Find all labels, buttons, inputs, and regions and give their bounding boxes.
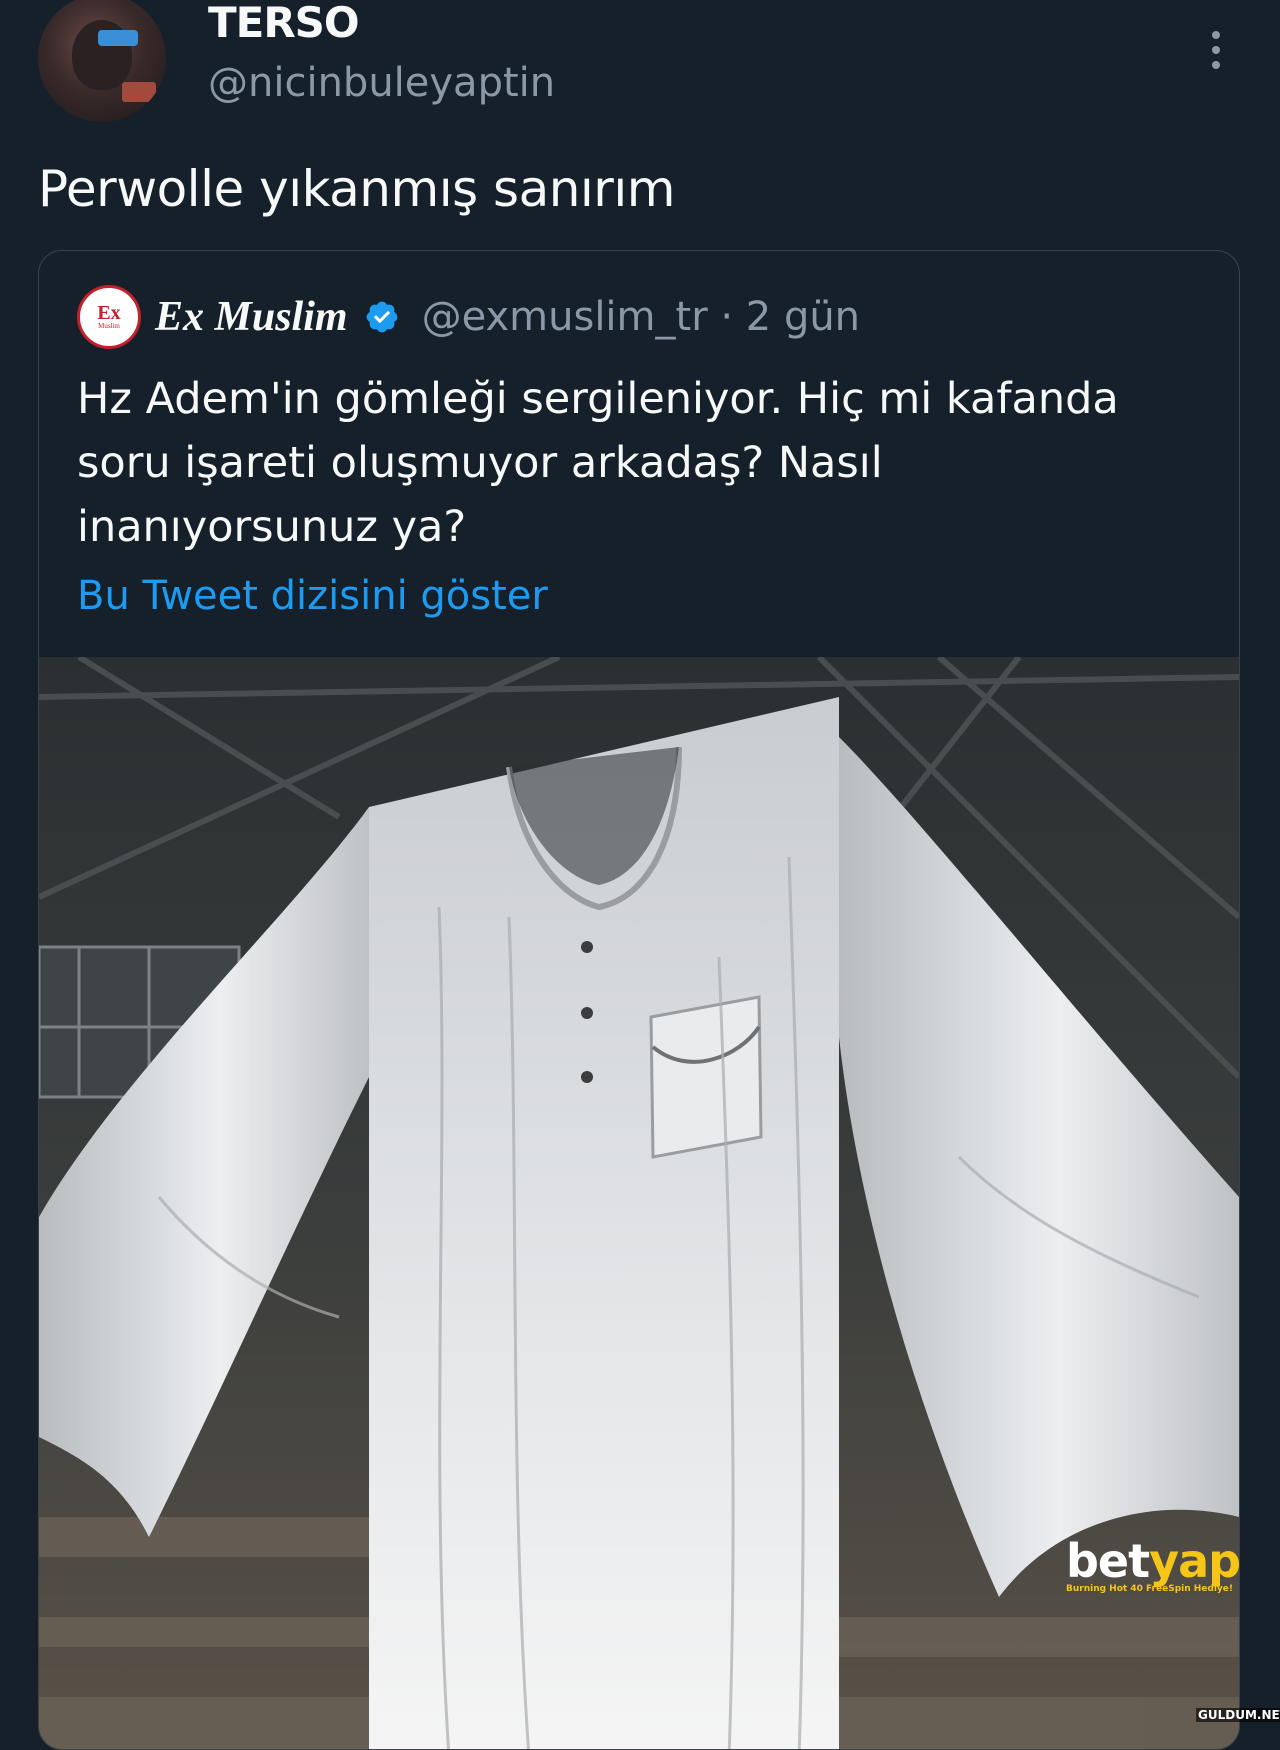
watermark-brand-b: yap <box>1149 1534 1241 1588</box>
author-handle[interactable]: @nicinbuleyaptin <box>208 60 555 106</box>
more-vertical-icon <box>1212 31 1220 39</box>
watermark-brand: betyap <box>1066 1538 1241 1584</box>
watermark-brand-a: bet <box>1066 1534 1150 1588</box>
tweet-text: Perwolle yıkanmış sanırım <box>38 160 675 218</box>
more-options-button[interactable] <box>1194 20 1238 80</box>
avatar-badge <box>98 30 138 46</box>
quoted-text-line: Hz Adem'in gömleği sergileniyor. Hiç mi … <box>77 374 1119 424</box>
author-avatar[interactable] <box>38 0 166 122</box>
quoted-text-line: inanıyorsunuz ya? <box>77 502 467 552</box>
quoted-avatar-text: Ex <box>97 302 121 324</box>
quoted-author-avatar[interactable]: Ex Muslim <box>77 285 141 349</box>
more-vertical-icon-dot <box>1212 46 1220 54</box>
more-vertical-icon-dot <box>1212 61 1220 69</box>
avatar-cake <box>122 82 156 102</box>
site-watermark: GULDUM.NET <box>1196 1708 1280 1722</box>
tweet-header: TERSO @nicinbuleyaptin <box>0 0 1280 140</box>
show-thread-link[interactable]: Bu Tweet dizisini göster <box>77 573 548 619</box>
quoted-author-name[interactable]: Ex Muslim <box>155 293 348 341</box>
quoted-tweet-text: Hz Adem'in gömleği sergileniyor. Hiç mi … <box>77 367 1197 559</box>
quoted-tweet-card[interactable]: Ex Muslim Ex Muslim @exmuslim_tr · 2 gün… <box>38 250 1240 1750</box>
quoted-text-line: soru işareti oluşmuyor arkadaş? Nasıl <box>77 438 883 488</box>
quoted-tweet-header: Ex Muslim Ex Muslim @exmuslim_tr · 2 gün <box>77 285 860 349</box>
watermark-promo: Burning Hot 40 FreeSpin Hediye! <box>1066 1584 1233 1594</box>
quoted-author-handle[interactable]: @exmuslim_tr · 2 gün <box>422 294 860 340</box>
shirt-pocket <box>649 995 763 1159</box>
author-display-name[interactable]: TERSO <box>208 0 360 47</box>
verified-badge-icon <box>366 301 397 333</box>
quoted-avatar-subtext: Muslim <box>98 322 120 330</box>
betyap-watermark: betyap Burning Hot 40 FreeSpin Hediye! <box>1066 1538 1241 1594</box>
quoted-tweet-photo[interactable] <box>39 657 1239 1750</box>
